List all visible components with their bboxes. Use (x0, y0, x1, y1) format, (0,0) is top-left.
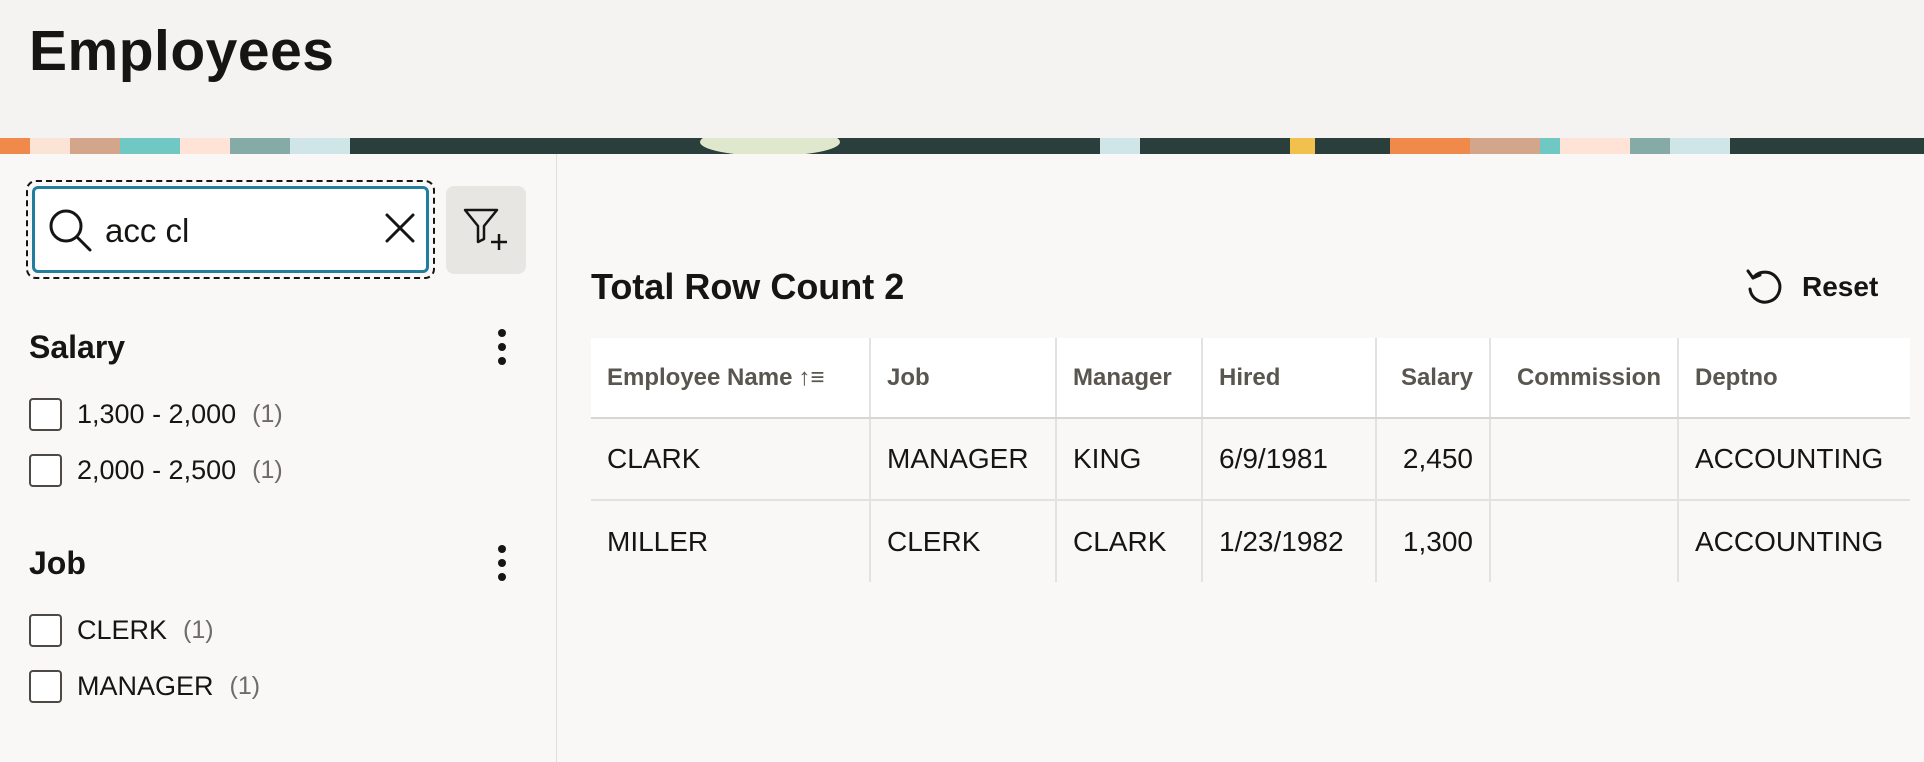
more-vertical-icon[interactable] (492, 545, 512, 585)
column-header-deptno[interactable]: Deptno (1678, 338, 1910, 419)
total-row-count: Total Row Count 2 (591, 266, 905, 307)
reset-button[interactable]: Reset (1744, 262, 1878, 312)
table-cell: CLARK (1056, 500, 1203, 582)
table-cell: 6/9/1981 (1202, 418, 1377, 501)
facet-option-count: (1) (183, 615, 214, 644)
sort-ascending-icon: ↑≡ (798, 363, 825, 391)
table-cell: MILLER (591, 500, 871, 582)
column-header-hired[interactable]: Hired (1202, 338, 1377, 419)
column-header-label: Commission (1516, 363, 1661, 391)
facet-option-salary-1[interactable]: 1,300 - 2,000 (1) (29, 396, 283, 432)
checkbox[interactable] (29, 669, 62, 703)
column-header-label: Job (887, 363, 930, 391)
filter-add-icon (463, 208, 507, 250)
search-focus-ring (26, 180, 435, 279)
page-title: Employees (29, 19, 335, 83)
facet-option-count: (1) (252, 455, 283, 484)
table-row[interactable]: MILLER CLERK CLARK 1/23/1982 1,300 ACCOU… (591, 500, 1910, 582)
close-icon[interactable] (383, 211, 417, 245)
table-cell: CLERK (870, 500, 1057, 582)
facet-panel: Salary 1,300 - 2,000 (1) 2,000 - 2,500 (… (0, 154, 557, 762)
undo-icon (1746, 269, 1782, 304)
reset-label: Reset (1802, 271, 1879, 302)
column-header-label: Deptno (1695, 363, 1778, 391)
facet-option-label: 2,000 - 2,500 (77, 454, 237, 485)
table-cell (1490, 418, 1679, 501)
search-box[interactable] (32, 186, 429, 273)
column-header-salary[interactable]: Salary (1376, 338, 1491, 419)
table-header-row: Employee Name ↑≡ Job Manager Hired Salary… (591, 338, 1910, 419)
table-cell: ACCOUNTING (1695, 525, 1884, 557)
facet-option-label: CLERK (77, 614, 168, 645)
table-cell (1490, 500, 1679, 582)
table-row[interactable]: CLARK MANAGER KING 6/9/1981 2,450 ACCOUN… (591, 418, 1910, 501)
add-filter-button[interactable] (446, 186, 526, 274)
column-header-job[interactable]: Job (870, 338, 1057, 419)
table-cell: CLARK (591, 418, 871, 501)
decorative-banner (0, 138, 1924, 154)
column-header-commission[interactable]: Commission (1490, 338, 1679, 419)
checkbox[interactable] (29, 613, 62, 647)
page-header: Employees (0, 0, 1924, 138)
facet-option-count: (1) (229, 671, 261, 700)
column-header-label: Hired (1219, 363, 1281, 391)
table-cell: 2,450 (1376, 418, 1491, 501)
employees-table: Employee Name ↑≡ Job Manager Hired Salary… (591, 338, 1910, 582)
column-header-label: Manager (1073, 363, 1172, 391)
facet-option-job-1[interactable]: CLERK (1) (29, 612, 214, 648)
checkbox[interactable] (29, 453, 62, 487)
facet-option-job-2[interactable]: MANAGER (1) (29, 668, 260, 704)
table-cell: MANAGER (870, 418, 1057, 501)
table-cell: ACCOUNTING (1678, 418, 1910, 501)
checkbox[interactable] (29, 397, 62, 431)
facet-title-job: Job (29, 545, 86, 581)
facet-option-count: (1) (252, 399, 283, 428)
results-panel: Total Row Count 2 Reset Employee Name ↑≡ … (557, 154, 1924, 762)
search-input[interactable] (105, 201, 375, 261)
column-header-label: Employee Name (607, 363, 793, 391)
table-cell: KING (1056, 418, 1203, 501)
facet-option-salary-2[interactable]: 2,000 - 2,500 (1) (29, 452, 283, 488)
facet-option-label: MANAGER (77, 670, 214, 701)
column-header-employee-name[interactable]: Employee Name ↑≡ (591, 338, 871, 419)
column-header-manager[interactable]: Manager (1056, 338, 1203, 419)
more-vertical-icon[interactable] (492, 329, 512, 369)
facet-title-salary: Salary (29, 329, 126, 365)
table-cell: 1/23/1982 (1202, 500, 1377, 582)
search-icon (49, 209, 92, 252)
column-header-label: Salary (1400, 363, 1473, 391)
facet-option-label: 1,300 - 2,000 (77, 398, 237, 429)
table-cell: 1,300 (1376, 500, 1491, 582)
